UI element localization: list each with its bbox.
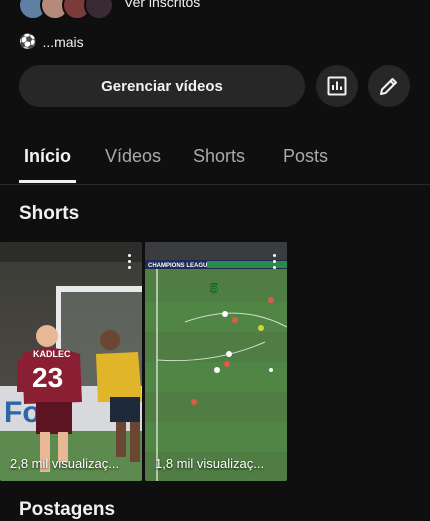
- pencil-icon: [380, 78, 397, 95]
- shorts-section-title: Shorts: [19, 203, 80, 224]
- more-link[interactable]: ...mais: [42, 34, 83, 50]
- analytics-button[interactable]: [316, 65, 358, 107]
- svg-text:CHAMPIONS LEAGUE: CHAMPIONS LEAGUE: [148, 263, 211, 269]
- short-thumbnail[interactable]: CHAMPIONS LEAGUE 5 1,8 mil visualizaç...: [145, 242, 287, 481]
- more-options-icon[interactable]: [273, 254, 277, 272]
- short-thumbnail[interactable]: Fo KADLEC 23 2,8 mil visualizaç...: [0, 242, 142, 481]
- short-view-count: 2,8 mil visualizaç...: [10, 456, 120, 471]
- short-thumbnail-image: CHAMPIONS LEAGUE 5: [145, 242, 287, 481]
- edit-channel-button[interactable]: [368, 65, 410, 107]
- svg-text:23: 23: [32, 362, 63, 393]
- subscriber-avatars[interactable]: [18, 0, 114, 20]
- channel-tabs: Início Vídeos Shorts Posts: [0, 130, 430, 185]
- active-tab-indicator: [19, 180, 76, 183]
- avatar: [84, 0, 114, 20]
- bar-chart-icon: [327, 76, 347, 96]
- svg-text:KADLEC: KADLEC: [33, 349, 71, 359]
- more-options-icon[interactable]: [128, 254, 132, 272]
- view-subscribers-link[interactable]: Ver inscritos: [124, 0, 200, 10]
- manage-videos-button[interactable]: Gerenciar vídeos: [19, 65, 305, 107]
- soccer-ball-icon: ⚽: [19, 33, 37, 49]
- short-thumbnail-image: Fo KADLEC 23: [0, 242, 142, 481]
- tab-videos[interactable]: Vídeos: [105, 146, 161, 167]
- tab-inicio[interactable]: Início: [24, 146, 71, 167]
- channel-description[interactable]: ⚽ ...mais: [19, 33, 84, 50]
- tab-shorts[interactable]: Shorts: [193, 146, 245, 167]
- svg-text:5: 5: [210, 280, 218, 296]
- posts-section-title: Postagens: [19, 499, 116, 520]
- tab-posts[interactable]: Posts: [283, 146, 328, 167]
- short-view-count: 1,8 mil visualizaç...: [155, 456, 265, 471]
